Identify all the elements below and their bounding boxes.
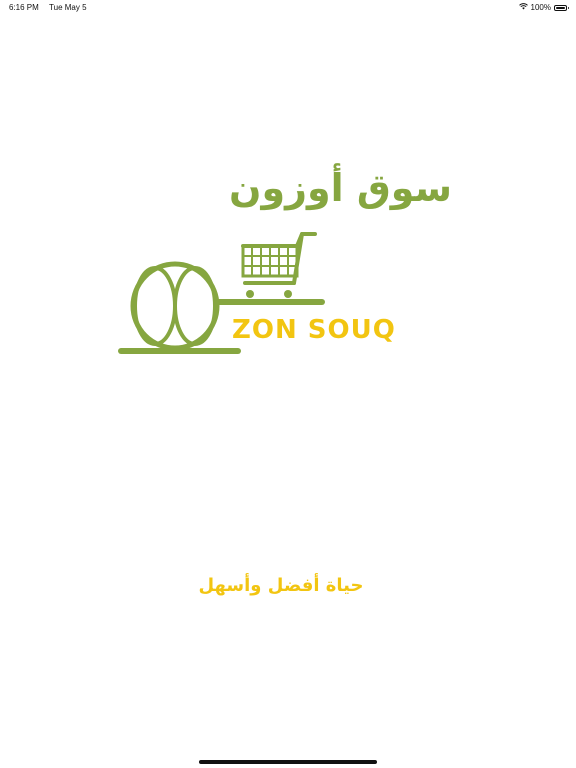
status-right: 100% [518,3,569,12]
status-left: 6:16 PM Tue May 5 [9,3,87,12]
splash-screen: 6:16 PM Tue May 5 100% سوق أوزون ZON SOU… [0,0,576,768]
home-indicator[interactable] [199,760,377,764]
logo-arabic-name: سوق أوزون [229,166,452,210]
logo-latin-name: ZON SOUQ [232,315,396,345]
shopping-cart-icon [241,232,317,298]
tagline: حياة أفضل وأسهل [198,575,364,596]
battery-fill [556,6,565,9]
logo-graphic [118,232,325,354]
o-ring-icon [118,261,241,354]
status-time: 6:16 PM [9,3,39,12]
wifi-icon [518,3,528,12]
status-bar: 6:16 PM Tue May 5 100% [0,0,576,14]
battery-percent: 100% [530,3,551,12]
battery-icon [554,4,569,11]
status-date: Tue May 5 [49,3,87,12]
